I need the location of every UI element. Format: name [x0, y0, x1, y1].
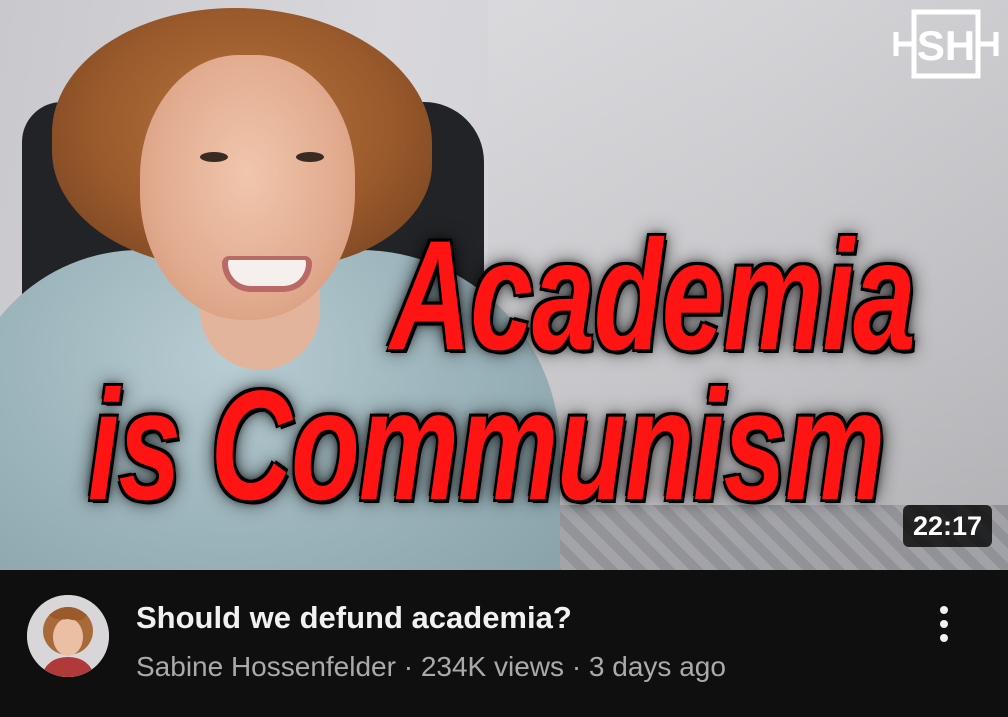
video-duration-badge: 22:17: [902, 505, 992, 547]
view-count: 234K views: [420, 651, 565, 682]
channel-avatar[interactable]: [27, 595, 109, 677]
channel-logo-text: SH: [917, 22, 975, 69]
thumbnail-person-eye-left: [200, 152, 228, 162]
thumbnail-headline-line2: is Communism: [88, 359, 885, 533]
thumbnail-person-eye-right: [296, 152, 324, 162]
video-metadata: Sabine Hossenfelder · 234K views · 3 day…: [136, 648, 726, 686]
more-options-button[interactable]: [918, 598, 970, 650]
channel-name[interactable]: Sabine Hossenfelder: [136, 651, 396, 682]
meta-separator: ·: [403, 651, 414, 682]
more-vert-icon: [940, 606, 948, 642]
upload-age: 3 days ago: [588, 651, 726, 682]
thumbnail-person-mouth: [222, 256, 312, 292]
video-thumbnail[interactable]: SH Academia is Communism 22:17: [0, 0, 1008, 570]
video-title[interactable]: Should we defund academia?: [136, 598, 896, 638]
video-card: SH Academia is Communism 22:17 Should we…: [0, 0, 1008, 717]
avatar-icon: [27, 595, 109, 677]
thumbnail-headline-line1: Academia: [390, 209, 916, 383]
meta-separator: ·: [571, 651, 582, 682]
channel-logo-icon: SH: [893, 9, 999, 79]
